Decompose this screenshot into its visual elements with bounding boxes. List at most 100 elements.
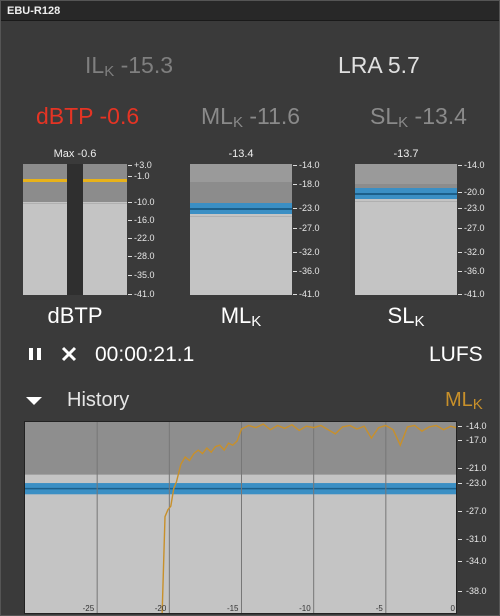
peak-hold-left — [23, 179, 67, 182]
scale-tick — [293, 294, 297, 295]
history-x-tick-label: -10 — [299, 604, 311, 613]
il-value: -15.3 — [120, 52, 174, 78]
scale-label: -41.0 — [299, 289, 320, 299]
scale-label: -38.0 — [466, 586, 487, 596]
scale-label: -14.0 — [299, 160, 320, 170]
scale-label: -14.0 — [466, 421, 487, 431]
history-chart-svg: -25 -20 -15 -10 -5 0 — [25, 422, 456, 613]
ml-max-label: -13.4 — [228, 148, 254, 160]
scale-label: -36.0 — [464, 266, 485, 276]
loudness-meter-window: EBU-R128 ILK -15.3 LRA 5.7 dBTP -0.6 MLK… — [0, 0, 500, 616]
lra-value: 5.7 — [387, 52, 420, 78]
scale-tick — [458, 165, 462, 166]
ml-sub: K — [232, 114, 243, 131]
scale-label: -35.0 — [134, 270, 155, 280]
window-title: EBU-R128 — [7, 5, 61, 17]
scale-tick — [128, 256, 132, 257]
dbtp-value: -0.6 — [99, 103, 140, 129]
scale-tick — [458, 208, 462, 209]
close-icon — [61, 346, 77, 362]
history-title: History — [67, 389, 130, 411]
dbtp-meter-gap — [67, 164, 83, 295]
scale-tick — [458, 271, 462, 272]
il-label: IL — [85, 52, 105, 78]
scale-tick — [458, 426, 462, 427]
dbtp-max-label: Max -0.6 — [53, 148, 97, 160]
scale-label: -23.0 — [464, 203, 485, 213]
history-x-tick-label: 0 — [451, 604, 456, 613]
scale-label: -27.0 — [299, 223, 320, 233]
scale-tick — [128, 220, 132, 221]
title-bar: EBU-R128 — [1, 1, 499, 21]
dbtp-meter-right — [83, 164, 127, 295]
ml-value: -11.6 — [249, 103, 301, 129]
ml-label: ML — [201, 103, 233, 129]
scale-label: -23.0 — [466, 478, 487, 488]
scale-label: -32.0 — [299, 247, 320, 257]
scale-tick — [128, 165, 132, 166]
history-toggle[interactable] — [25, 394, 43, 406]
scale-label: -22.0 — [134, 233, 155, 243]
scale-label: -16.0 — [134, 215, 155, 225]
scale-tick — [458, 483, 462, 484]
scale-tick — [458, 440, 462, 441]
scale-label: -18.0 — [299, 179, 320, 189]
scale-tick — [128, 202, 132, 203]
scale-tick — [458, 252, 462, 253]
pause-icon — [29, 348, 41, 360]
sl-sub: K — [398, 114, 409, 131]
scale-label: -41.0 — [134, 289, 155, 299]
lra-label: LRA — [338, 52, 382, 78]
history-plot: -25 -20 -15 -10 -5 0 — [24, 421, 457, 614]
integrated-loudness-readout: ILK -15.3 — [85, 52, 173, 80]
scale-label: -10.0 — [134, 197, 155, 207]
ml-meter-label: MLK — [190, 303, 292, 330]
ml-scale: -14.0 -18.0 -23.0 -27.0 -32.0 -36.0 -41.0 — [293, 160, 323, 299]
history-x-tick-label: -20 — [155, 604, 167, 613]
history-x-tick-label: -15 — [227, 604, 239, 613]
scale-label: -41.0 — [464, 289, 485, 299]
ml-meter-label-sub: K — [251, 313, 262, 330]
scale-label: -27.0 — [464, 223, 485, 233]
sl-meter-label-text: SL — [387, 303, 415, 328]
scale-label: -27.0 — [466, 506, 487, 516]
scale-tick — [293, 228, 297, 229]
sl-value: -13.4 — [414, 103, 467, 129]
scale-label: -32.0 — [464, 247, 485, 257]
scale-tick — [293, 252, 297, 253]
history-series-label-sub: K — [472, 396, 483, 413]
scale-tick — [128, 275, 132, 276]
unit-label: LUFS — [429, 343, 483, 366]
scale-tick — [293, 165, 297, 166]
scale-tick — [458, 539, 462, 540]
scale-label: -1.0 — [134, 171, 150, 181]
ml-meter — [190, 164, 292, 295]
scale-tick — [458, 591, 462, 592]
dbtp-label: dBTP — [36, 103, 94, 129]
true-peak-readout: dBTP -0.6 — [36, 103, 139, 130]
elapsed-time: 00:00:21.1 — [95, 343, 195, 366]
dbtp-scale: +3.0 -1.0 -10.0 -16.0 -22.0 -28.0 -35.0 -41.0 — [128, 160, 158, 299]
scale-label: -20.0 — [464, 187, 485, 197]
sl-label: SL — [370, 103, 399, 129]
scale-tick — [458, 294, 462, 295]
dbtp-meter-label: dBTP — [47, 303, 103, 328]
sl-max-label: -13.7 — [393, 148, 419, 160]
reset-button[interactable] — [61, 346, 77, 362]
sl-meter-label: SLK — [355, 303, 457, 330]
scale-label: -14.0 — [464, 160, 485, 170]
scale-tick — [293, 184, 297, 185]
ml-meter-label-text: ML — [220, 303, 252, 328]
peak-hold-right — [83, 179, 127, 182]
dbtp-meter-left — [23, 164, 67, 295]
scale-label: +3.0 — [134, 160, 152, 170]
history-x-tick-label: -5 — [376, 604, 384, 613]
sl-meter-label-sub: K — [414, 313, 425, 330]
scale-label: -17.0 — [466, 435, 487, 445]
sl-scale: -14.0 -20.0 -23.0 -27.0 -32.0 -36.0 -41.0 — [458, 160, 488, 299]
scale-label: -36.0 — [299, 266, 320, 276]
scale-tick — [128, 294, 132, 295]
pause-button[interactable] — [28, 347, 42, 361]
history-x-tick-label: -25 — [83, 604, 95, 613]
scale-tick — [458, 511, 462, 512]
